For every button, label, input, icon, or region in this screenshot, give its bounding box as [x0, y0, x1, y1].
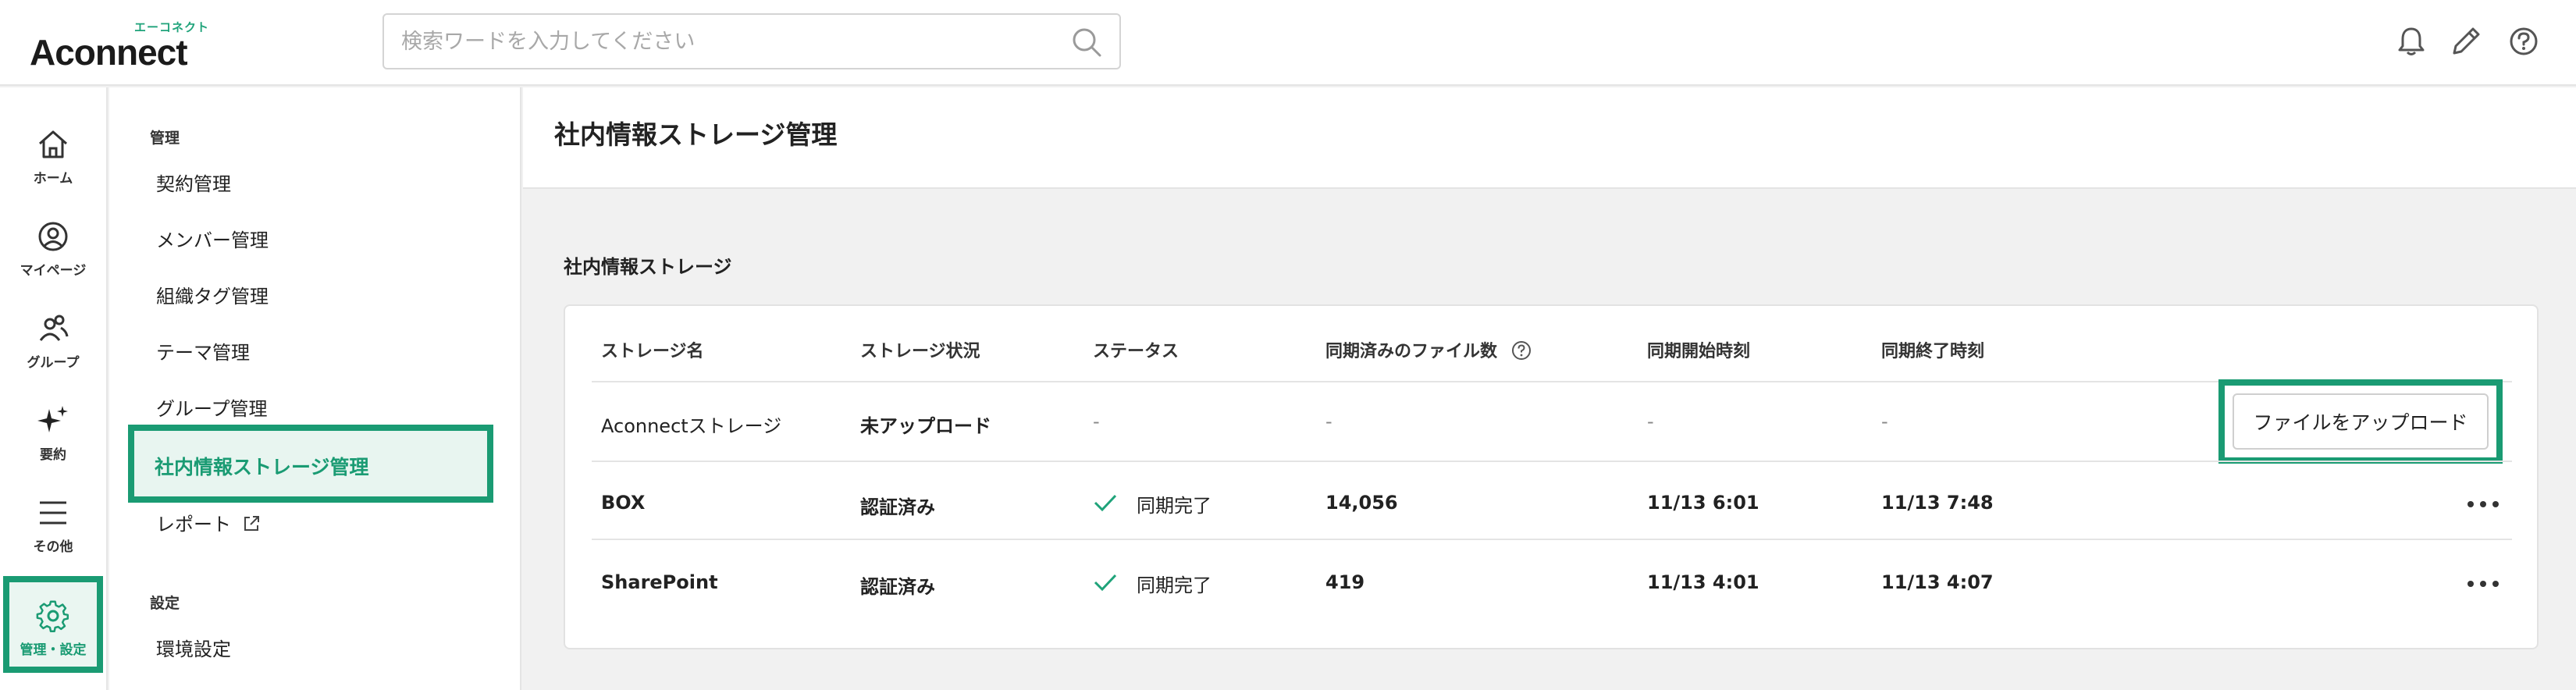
- section-heading-admin: 管理: [150, 130, 180, 147]
- rail-label: 要約: [40, 447, 66, 463]
- upload-file-button[interactable]: ファイルをアップロード: [2233, 393, 2489, 450]
- logo-wordmark: Aconnect: [30, 32, 188, 73]
- rail-item-admin-settings[interactable]: 管理・設定: [3, 576, 103, 673]
- cell-file-count: 419: [1325, 571, 1365, 593]
- status-text: 同期完了: [1137, 495, 1212, 517]
- search-input[interactable]: [401, 26, 1041, 57]
- rail-item-group[interactable]: グループ: [0, 311, 106, 397]
- group-icon: [39, 315, 69, 341]
- column-header-sync-start: 同期開始時刻: [1647, 342, 1751, 361]
- more-options-icon[interactable]: [2464, 576, 2503, 592]
- cell-file-count: -: [1325, 411, 1332, 432]
- app-header: エーコネクト Aconnect: [0, 0, 2576, 86]
- menu-icon: [40, 501, 66, 525]
- cell-name: BOX: [601, 492, 646, 514]
- cell-state: 認証済み: [860, 496, 935, 518]
- cell-state: 認証済み: [860, 576, 935, 598]
- column-header-state: ストレージ状況: [860, 342, 980, 361]
- rail-label: 管理・設定: [20, 642, 87, 658]
- nav-item-themes[interactable]: テーマ管理: [156, 337, 250, 365]
- check-icon: [1094, 574, 1117, 592]
- rail-item-other[interactable]: その他: [0, 495, 106, 581]
- cell-sync-end: 11/13 7:48: [1881, 492, 1994, 514]
- cell-status: -: [1093, 411, 1100, 432]
- status-text: 同期完了: [1137, 574, 1212, 596]
- sparkle-icon: [37, 406, 68, 432]
- cell-state: 未アップロード: [860, 415, 991, 437]
- sub-navigation: 管理 契約管理 メンバー管理 組織タグ管理 テーマ管理 グループ管理 社内情報ス…: [109, 87, 521, 690]
- divider: [592, 539, 2512, 540]
- nav-item-members[interactable]: メンバー管理: [156, 225, 269, 252]
- rail-label: ホーム: [33, 171, 73, 187]
- user-circle-icon: [38, 222, 68, 251]
- column-header-sync-end: 同期終了時刻: [1881, 342, 1985, 361]
- nav-item-label: 社内情報ストレージ管理: [155, 456, 369, 478]
- rail-item-mypage[interactable]: マイページ: [0, 219, 106, 304]
- rail-label: グループ: [27, 355, 80, 371]
- search-box[interactable]: [382, 13, 1121, 69]
- gear-icon: [36, 600, 69, 632]
- cell-sync-end: 11/13 4:07: [1881, 571, 1994, 593]
- left-rail: ホーム マイページ グループ 要約 その他 管理・設定: [0, 87, 108, 690]
- nav-item-environment[interactable]: 環境設定: [156, 634, 231, 661]
- search-icon[interactable]: [1071, 27, 1102, 58]
- section-title: 社内情報ストレージ: [564, 256, 732, 278]
- nav-item-contract[interactable]: 契約管理: [156, 169, 231, 196]
- rail-item-summary[interactable]: 要約: [0, 403, 106, 489]
- cell-name: Aconnectストレージ: [601, 415, 782, 437]
- cell-sync-start: 11/13 6:01: [1647, 492, 1759, 514]
- upload-highlight: ファイルをアップロード: [2218, 379, 2503, 464]
- rail-item-home[interactable]: ホーム: [0, 126, 106, 212]
- section-heading-settings: 設定: [150, 595, 180, 612]
- help-icon[interactable]: [1511, 340, 1532, 361]
- column-header-file-count: 同期済みのファイル数: [1325, 337, 1532, 362]
- cell-sync-start: 11/13 4:01: [1647, 571, 1759, 593]
- rail-label: マイページ: [20, 263, 87, 279]
- column-header-name: ストレージ名: [601, 342, 704, 361]
- page-title: 社内情報ストレージ管理: [554, 119, 838, 150]
- column-header-status: ステータス: [1093, 342, 1179, 361]
- cell-sync-start: -: [1647, 411, 1654, 432]
- page-header: 社内情報ストレージ管理: [523, 87, 2576, 189]
- more-options-icon[interactable]: [2464, 496, 2503, 512]
- external-link-icon: [244, 516, 259, 531]
- bell-icon[interactable]: [2395, 25, 2428, 58]
- divider: [592, 461, 2512, 462]
- cell-name: SharePoint: [601, 571, 718, 593]
- rail-label: その他: [33, 539, 73, 555]
- nav-item-org-tags[interactable]: 組織タグ管理: [156, 281, 269, 308]
- cell-file-count: 14,056: [1325, 492, 1398, 514]
- cell-sync-end: -: [1881, 411, 1888, 432]
- storage-table: ストレージ名 ストレージ状況 ステータス 同期済みのファイル数 同期開始時刻 同…: [564, 304, 2539, 649]
- column-header-label: 同期済みのファイル数: [1325, 342, 1498, 361]
- check-icon: [1094, 494, 1117, 512]
- help-icon[interactable]: [2507, 25, 2540, 58]
- aconnect-logo[interactable]: エーコネクト Aconnect: [30, 17, 217, 73]
- pen-icon[interactable]: [2450, 25, 2482, 58]
- nav-item-storage-active[interactable]: 社内情報ストレージ管理: [128, 425, 493, 503]
- nav-item-report[interactable]: レポート: [156, 509, 261, 536]
- nav-item-groups[interactable]: グループ管理: [156, 393, 268, 421]
- nav-item-label: レポート: [156, 514, 231, 535]
- home-icon: [39, 130, 67, 158]
